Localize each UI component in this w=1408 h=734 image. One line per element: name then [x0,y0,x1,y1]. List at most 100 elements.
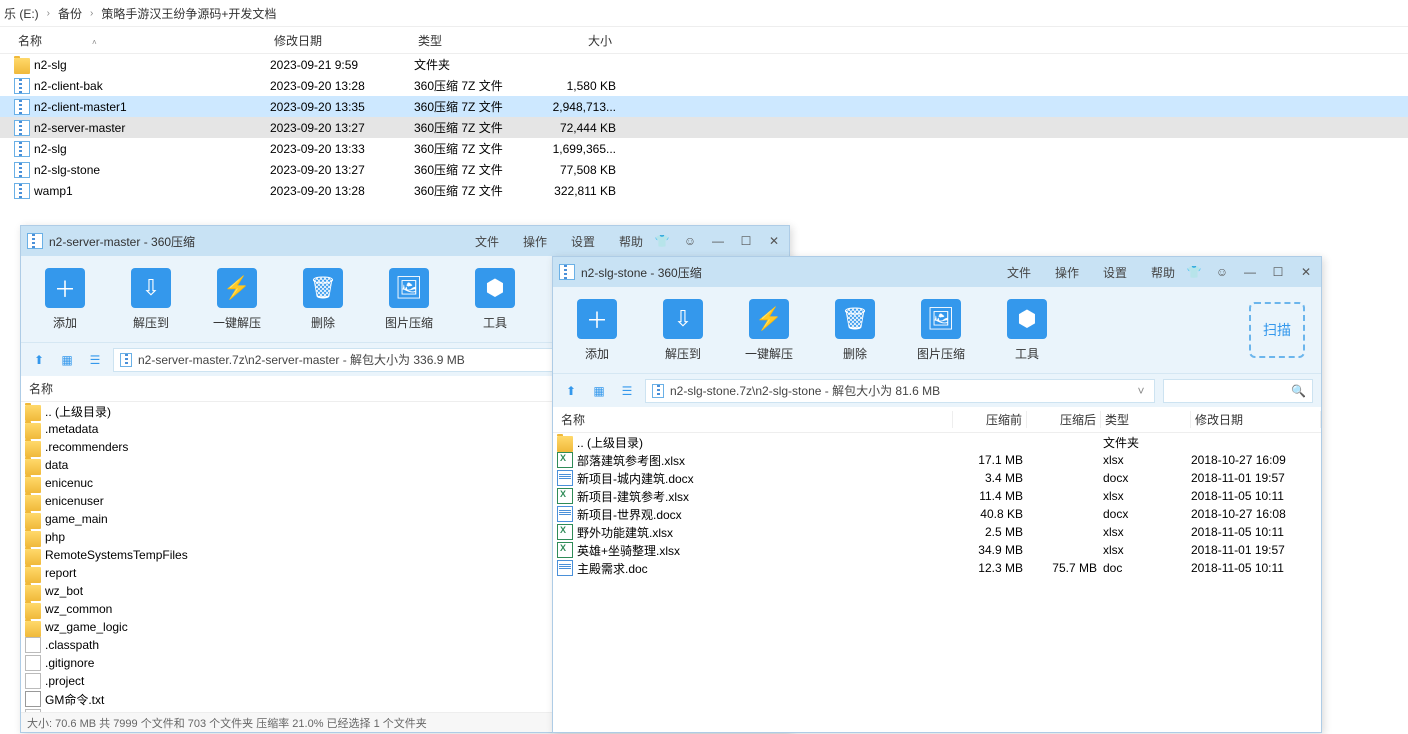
zcol-type[interactable]: 类型 [1101,411,1191,428]
archive-icon [14,99,30,115]
feedback-icon[interactable]: ☺ [1213,265,1231,279]
file-row[interactable]: n2-server-master2023-09-20 13:27360压缩 7Z… [0,117,1408,138]
zcol-date[interactable]: 修改日期 [1191,411,1321,428]
maximize-button[interactable]: ☐ [737,234,755,248]
col-name[interactable]: 名称˄ [14,32,270,49]
list-item[interactable]: 新项目-世界观.docx40.8 KBdocx2018-10-27 16:08 [553,505,1321,523]
item-type: xlsx [1097,453,1191,467]
file-name: n2-slg [34,142,270,156]
theme-icon[interactable]: 👕 [1185,265,1203,279]
theme-icon[interactable]: 👕 [653,234,671,248]
chevron-right-icon: › [47,8,50,19]
view-icons-icon[interactable]: ▦ [589,381,609,401]
oneclick-button[interactable]: ⚡一键解压 [209,268,265,331]
menu-help[interactable]: 帮助 [1151,264,1175,281]
file-size: 77,508 KB [536,163,616,177]
doc-icon [557,560,573,576]
folder-icon [14,58,30,74]
item-name: GM命令.txt [45,691,611,708]
tools-button[interactable]: ⬢工具 [999,299,1055,362]
menu-help[interactable]: 帮助 [619,233,643,250]
list-item[interactable]: 野外功能建筑.xlsx2.5 MBxlsx2018-11-05 10:11 [553,523,1321,541]
archive-icon [14,78,30,94]
item-before: 17.1 MB [949,453,1023,467]
search-input[interactable]: 🔍 [1163,379,1313,403]
titlebar[interactable]: n2-server-master - 360压缩 文件 操作 设置 帮助 👕 ☺… [21,226,789,256]
item-type: docx [1097,471,1191,485]
menu-file[interactable]: 文件 [475,233,499,250]
file-row[interactable]: n2-slg2023-09-20 13:33360压缩 7Z 文件1,699,3… [0,138,1408,159]
list-item[interactable]: 英雄+坐骑整理.xlsx34.9 MBxlsx2018-11-01 19:57 [553,541,1321,559]
list-item[interactable]: 部落建筑参考图.xlsx17.1 MBxlsx2018-10-27 16:09 [553,451,1321,469]
extract-button[interactable]: ⇩解压到 [123,268,179,331]
breadcrumb[interactable]: 乐 (E:) › 备份 › 策略手游汉王纷争源码+开发文档 [0,0,1408,26]
zcol-after[interactable]: 压缩后 [1027,411,1101,428]
item-date: 2018-11-01 19:57 [1191,471,1321,485]
col-type[interactable]: 类型 [414,32,536,49]
oneclick-button[interactable]: ⚡一键解压 [741,299,797,362]
file-type: 360压缩 7Z 文件 [414,140,536,157]
chevron-down-icon[interactable]: ˅ [1134,384,1148,398]
item-name: .metadata [45,422,611,436]
col-size[interactable]: 大小 [536,32,616,49]
zcol-before[interactable]: 压缩前 [953,411,1027,428]
view-list-icon[interactable]: ☰ [617,381,637,401]
menu-op[interactable]: 操作 [1055,264,1079,281]
list-item[interactable]: 新项目-城内建筑.docx3.4 MBdocx2018-11-01 19:57 [553,469,1321,487]
extract-button[interactable]: ⇩解压到 [655,299,711,362]
pic-button[interactable]: 🖼图片压缩 [913,299,969,362]
pic-button[interactable]: 🖼图片压缩 [381,268,437,331]
delete-button[interactable]: 🗑删除 [827,299,883,362]
list-item[interactable]: 主殿需求.doc12.3 MB75.7 MBdoc2018-11-05 10:1… [553,559,1321,577]
feedback-icon[interactable]: ☺ [681,234,699,248]
breadcrumb-seg2[interactable]: 策略手游汉王纷争源码+开发文档 [101,5,276,22]
menu-file[interactable]: 文件 [1007,264,1031,281]
tools-button[interactable]: ⬢工具 [467,268,523,331]
file-row[interactable]: n2-client-bak2023-09-20 13:28360压缩 7Z 文件… [0,75,1408,96]
file-row[interactable]: n2-client-master12023-09-20 13:35360压缩 7… [0,96,1408,117]
file-row[interactable]: n2-slg2023-09-21 9:59文件夹 [0,54,1408,75]
menu-op[interactable]: 操作 [523,233,547,250]
zip-rows: .. (上级目录)文件夹部落建筑参考图.xlsx17.1 MBxlsx2018-… [553,433,1321,577]
view-icons-icon[interactable]: ▦ [57,350,77,370]
folder-icon [25,423,41,439]
minimize-button[interactable]: — [709,234,727,248]
toolbar: ＋添加 ⇩解压到 ⚡一键解压 🗑删除 🖼图片压缩 ⬢工具 扫描 [553,287,1321,373]
file-row[interactable]: wamp12023-09-20 13:28360压缩 7Z 文件322,811 … [0,180,1408,201]
item-before: 2.5 MB [949,525,1023,539]
zcol-name[interactable]: 名称 [557,411,953,428]
path-input[interactable]: n2-slg-stone.7z\n2-slg-stone - 解包大小为 81.… [645,379,1155,403]
archive-icon [652,384,664,398]
menu-set[interactable]: 设置 [571,233,595,250]
col-date[interactable]: 修改日期 [270,32,414,49]
close-button[interactable]: ✕ [1297,265,1315,279]
window-title: n2-server-master - 360压缩 [49,233,475,250]
maximize-button[interactable]: ☐ [1269,265,1287,279]
list-item[interactable]: .. (上级目录)文件夹 [553,433,1321,451]
scan-button[interactable]: 扫描 [1249,302,1305,358]
minimize-button[interactable]: — [1241,265,1259,279]
list-item[interactable]: 新项目-建筑参考.xlsx11.4 MBxlsx2018-11-05 10:11 [553,487,1321,505]
file-type: 360压缩 7Z 文件 [414,77,536,94]
view-list-icon[interactable]: ☰ [85,350,105,370]
add-button[interactable]: ＋添加 [37,268,93,331]
close-button[interactable]: ✕ [765,234,783,248]
file-name: n2-client-bak [34,79,270,93]
menu-set[interactable]: 设置 [1103,264,1127,281]
file-row[interactable]: n2-slg-stone2023-09-20 13:27360压缩 7Z 文件7… [0,159,1408,180]
item-type: xlsx [1097,489,1191,503]
up-icon[interactable]: ⬆ [29,350,49,370]
add-button[interactable]: ＋添加 [569,299,625,362]
delete-button[interactable]: 🗑删除 [295,268,351,331]
breadcrumb-seg1[interactable]: 备份 [58,5,82,22]
file-date: 2023-09-20 13:35 [270,100,414,114]
file-date: 2023-09-20 13:27 [270,121,414,135]
item-before: 34.9 MB [949,543,1023,557]
zcol-name[interactable]: 名称 [25,380,611,397]
up-icon[interactable]: ⬆ [561,381,581,401]
explorer-columns: 名称˄ 修改日期 类型 大小 [0,26,1408,54]
file-size: 1,699,365... [536,142,616,156]
file-date: 2023-09-20 13:33 [270,142,414,156]
breadcrumb-drive[interactable]: 乐 (E:) [4,5,39,22]
titlebar[interactable]: n2-slg-stone - 360压缩 文件 操作 设置 帮助 👕 ☺ — ☐… [553,257,1321,287]
